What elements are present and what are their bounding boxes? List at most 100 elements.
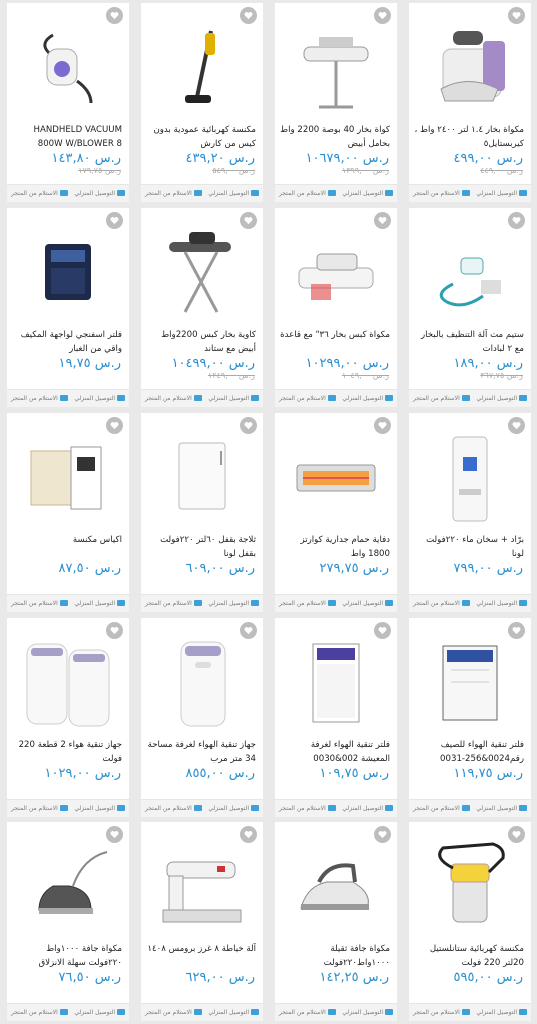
product-name[interactable]: مكنسة كهربائية ستانلستيل 20لتر 220 فولت [414, 942, 524, 972]
product-card[interactable]: جهاز تنقية الهواء لغرفة مساحة 34 متر مرب… [141, 618, 263, 817]
product-image[interactable] [289, 19, 383, 113]
home-delivery-label: التوصيل المنزلي [476, 190, 517, 197]
product-old-price: ر.س ٤٤٩,٠٠ [480, 166, 523, 175]
product-card[interactable]: مكواة بخار ١.٤ لتر ٢٤٠٠ واط ، كيربستايل٥… [409, 3, 531, 202]
product-image[interactable] [155, 19, 249, 113]
home-delivery-label: التوصيل المنزلي [342, 805, 383, 812]
product-name[interactable]: فلتر تنقية الهواء لغرفة المعيشة 002&0030 [280, 738, 390, 768]
home-delivery-label: التوصيل المنزلي [74, 395, 115, 402]
product-name[interactable]: دفاية حمام جدارية كوارتز 1800 واط [280, 533, 390, 563]
product-image[interactable] [423, 634, 517, 728]
product-card[interactable]: مكنسة كهربائية ستانلستيل 20لتر 220 فولت … [409, 822, 531, 1021]
product-name[interactable]: فلتر تنقية الهواء للصيف رقم0024&256-0031 [414, 738, 524, 768]
store-pickup-icon [193, 600, 202, 606]
product-name[interactable]: كاوية بخار كبس 2200واط أبيض مع ستاند [146, 328, 256, 358]
product-card[interactable]: مكواة جافة ثقيلة ١٠٠٠واط٢٢٠فولت ستاندردس… [275, 822, 397, 1021]
product-image[interactable] [289, 224, 383, 318]
product-name[interactable]: برّاد + سخان ماء ٢٢٠فولت لونا [414, 533, 524, 563]
product-price: ر.س ١٠٦٧٩,٠٠ [305, 151, 389, 166]
product-image[interactable] [155, 838, 249, 932]
store-pickup-icon [327, 600, 336, 606]
product-name[interactable]: مكنسة كهربائية عمودية بدون كيس من كارش [146, 123, 256, 153]
product-image[interactable] [155, 429, 249, 523]
product-name[interactable]: آلة خياطة ٨ غرز برومس ١٤٠٨ [146, 942, 256, 972]
product-name[interactable]: ثلاجة بقفل ٦٠لتر ٢٢٠فولت بقفل لونا [146, 533, 256, 563]
product-price: ر.س ١٤٣,٨٠ [51, 151, 121, 166]
product-card[interactable]: دفاية حمام جدارية كوارتز 1800 واط ر.س ٢٧… [275, 413, 397, 612]
product-name[interactable]: جهاز تنقية هواء 2 قطعة 220 فولت [12, 738, 122, 768]
product-name[interactable]: مكواة جافة ١٠٠٠واط ٢٢٠فولت سهلة الانزلاق [12, 942, 122, 972]
product-card[interactable]: فلتر تنقية الهواء لغرفة المعيشة 002&0030… [275, 618, 397, 817]
product-image[interactable] [21, 19, 115, 113]
product-card[interactable]: كواة بخار 40 بوصة 2200 واط بحامل أبيض ر.… [275, 3, 397, 202]
home-delivery-label: التوصيل المنزلي [476, 395, 517, 402]
product-image[interactable] [21, 224, 115, 318]
product-name[interactable]: مكواة جافة ثقيلة ١٠٠٠واط٢٢٠فولت ستاندردس… [280, 942, 390, 972]
product-name[interactable]: مكواة بخار ١.٤ لتر ٢٤٠٠ واط ، كيربستايل٥ [414, 123, 524, 153]
product-image[interactable] [155, 224, 249, 318]
home-delivery-label: التوصيل المنزلي [342, 1009, 383, 1016]
product-card[interactable]: فلتر اسفنجي لواجهة المكيف واقي من الغبار… [7, 208, 129, 407]
delivery-options: التوصيل المنزلي الاستلام من المتجر [141, 799, 263, 817]
store-pickup-icon [327, 190, 336, 196]
product-card[interactable]: آلة خياطة ٨ غرز برومس ١٤٠٨ ر.س ٦٢٩,٠٠ ال… [141, 822, 263, 1021]
product-price: ر.س ٦٠٩,٠٠ [185, 561, 255, 576]
home-delivery-label: التوصيل المنزلي [342, 190, 383, 197]
product-price: ر.س ٤٣٩,٢٠ [185, 151, 255, 166]
product-image[interactable] [21, 429, 115, 523]
product-image[interactable] [289, 838, 383, 932]
product-card[interactable]: HANDHELD VACUUM 800W W/BLOWER 8 ATTCHMNT… [7, 3, 129, 202]
product-image[interactable] [21, 634, 115, 728]
store-pickup-label: الاستلام من المتجر [11, 190, 58, 197]
product-price: ر.س ٨٥٥,٠٠ [185, 766, 255, 781]
delivery-truck-icon [251, 1009, 259, 1015]
delivery-truck-icon [385, 805, 393, 811]
product-price: ر.س ٤٩٩,٠٠ [453, 151, 523, 166]
delivery-options: التوصيل المنزلي الاستلام من المتجر [141, 594, 263, 612]
product-card[interactable]: كاوية بخار كبس 2200واط أبيض مع ستاند ر.س… [141, 208, 263, 407]
product-name[interactable]: ستيم مت آلة التنظيف بالبخار مع ٢ لبادات [414, 328, 524, 358]
product-image[interactable] [289, 634, 383, 728]
product-image[interactable] [423, 838, 517, 932]
store-pickup-label: الاستلام من المتجر [413, 600, 460, 607]
ironing-board-icon [167, 230, 233, 314]
product-image[interactable] [423, 429, 517, 523]
product-card[interactable]: فلتر تنقية الهواء للصيف رقم0024&256-0031… [409, 618, 531, 817]
product-card[interactable]: ثلاجة بقفل ٦٠لتر ٢٢٠فولت بقفل لونا ر.س ٦… [141, 413, 263, 612]
product-image[interactable] [289, 429, 383, 523]
store-pickup-icon [327, 395, 336, 401]
store-pickup-icon [193, 1009, 202, 1015]
product-card[interactable]: مكواة كبس بخار ٣٦" مع قاعدة ر.س ١٠٢٩٩,٠٠… [275, 208, 397, 407]
product-image[interactable] [423, 224, 517, 318]
store-pickup-label: الاستلام من المتجر [279, 395, 326, 402]
product-card[interactable]: ستيم مت آلة التنظيف بالبخار مع ٢ لبادات … [409, 208, 531, 407]
product-image[interactable] [423, 19, 517, 113]
product-name[interactable]: جهاز تنقية الهواء لغرفة مساحة 34 متر مرب [146, 738, 256, 768]
product-image[interactable] [21, 838, 115, 932]
product-image[interactable] [155, 634, 249, 728]
product-name[interactable]: كواة بخار 40 بوصة 2200 واط بحامل أبيض [280, 123, 390, 153]
press-iron-icon [298, 253, 374, 301]
delivery-options: التوصيل المنزلي الاستلام من المتجر [409, 594, 531, 612]
air-purifier-pair-icon [26, 643, 110, 727]
product-card[interactable]: مكواة جافة ١٠٠٠واط ٢٢٠فولت سهلة الانزلاق… [7, 822, 129, 1021]
product-name[interactable]: اكياس مكنسة [12, 533, 122, 563]
store-pickup-label: الاستلام من المتجر [145, 600, 192, 607]
home-delivery-label: التوصيل المنزلي [208, 190, 249, 197]
steam-iron-station-icon [440, 30, 506, 102]
product-card[interactable]: برّاد + سخان ماء ٢٢٠فولت لونا ر.س ٧٩٩,٠٠… [409, 413, 531, 612]
product-old-price: ر.س ١٢٤٩,٠٠ [207, 371, 255, 380]
store-pickup-label: الاستلام من المتجر [11, 395, 58, 402]
product-card[interactable]: مكنسة كهربائية عمودية بدون كيس من كارش ر… [141, 3, 263, 202]
product-price: ر.س ٧٦,٥٠ [58, 970, 121, 985]
product-name[interactable]: فلتر اسفنجي لواجهة المكيف واقي من الغبار [12, 328, 122, 358]
home-delivery-label: التوصيل المنزلي [208, 1009, 249, 1016]
foam-filter-icon [45, 244, 91, 300]
product-name[interactable]: مكواة كبس بخار ٣٦" مع قاعدة [280, 328, 390, 358]
product-name[interactable]: HANDHELD VACUUM 800W W/BLOWER 8 ATTCHMNT [12, 123, 122, 153]
product-card[interactable]: اكياس مكنسة ر.س ٨٧,٥٠ التوصيل المنزلي ال… [7, 413, 129, 612]
delivery-truck-icon [251, 805, 259, 811]
product-card[interactable]: جهاز تنقية هواء 2 قطعة 220 فولت ر.س ١٠٢٩… [7, 618, 129, 817]
store-pickup-label: الاستلام من المتجر [413, 1009, 460, 1016]
delivery-options: التوصيل المنزلي الاستلام من المتجر [7, 389, 129, 407]
